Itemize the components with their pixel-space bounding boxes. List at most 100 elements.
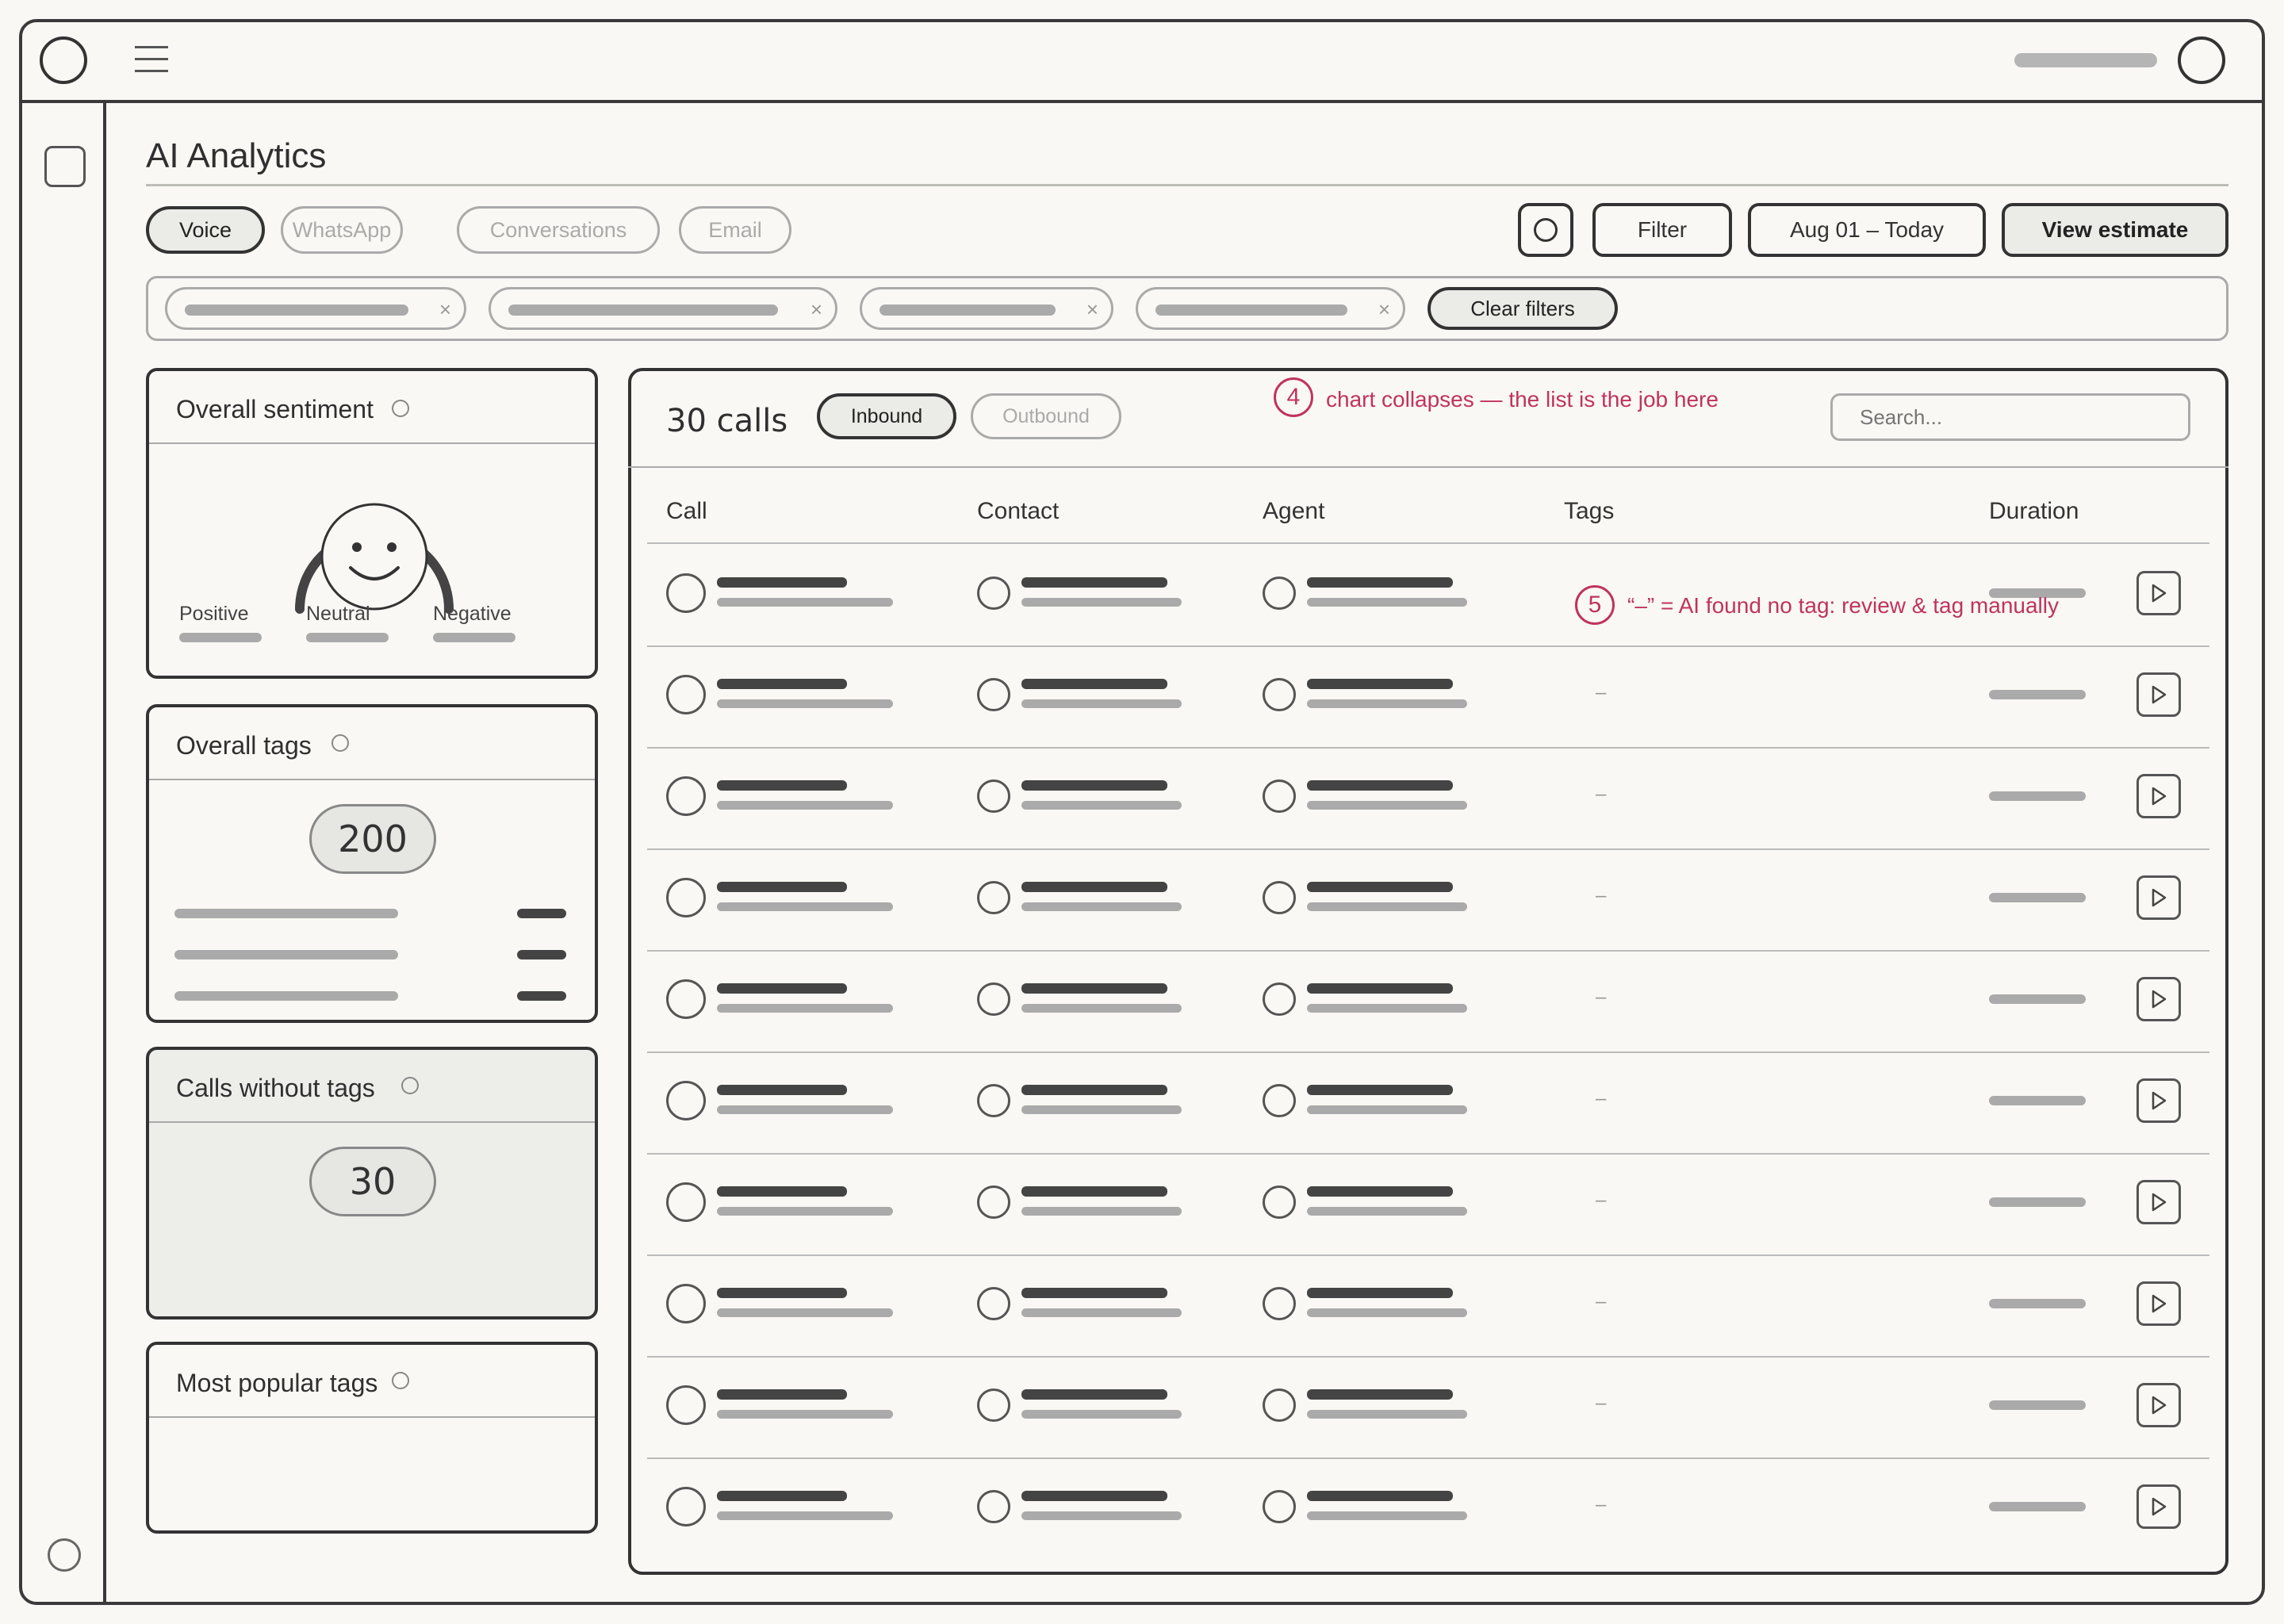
- calls-count-title: 30 calls: [666, 403, 788, 439]
- card-title: Overall sentiment: [176, 395, 374, 423]
- agent-name-placeholder: [1307, 983, 1453, 994]
- contact-detail-placeholder: [1021, 1511, 1182, 1520]
- play-button[interactable]: [2136, 1180, 2181, 1224]
- contact-name-placeholder: [1021, 1085, 1167, 1095]
- view-estimate-button[interactable]: View estimate: [2002, 203, 2228, 257]
- close-icon[interactable]: ×: [811, 297, 822, 322]
- play-button[interactable]: [2136, 977, 2181, 1021]
- inbound-toggle[interactable]: Inbound: [817, 393, 956, 439]
- info-icon[interactable]: [392, 1372, 409, 1389]
- duration-placeholder: [1989, 893, 2086, 902]
- play-button[interactable]: [2136, 1484, 2181, 1529]
- agent-detail-placeholder: [1307, 1207, 1467, 1216]
- card-title: Most popular tags: [176, 1369, 378, 1397]
- channel-tab-whatsapp[interactable]: WhatsApp: [281, 206, 403, 254]
- call-avatar: [666, 1081, 706, 1120]
- call-avatar: [666, 878, 706, 917]
- channel-tab-voice[interactable]: Voice: [146, 206, 265, 254]
- card-divider: [149, 1121, 595, 1123]
- call-name-placeholder: [717, 983, 847, 994]
- contact-avatar: [977, 1185, 1010, 1219]
- filter-chip-label-placeholder: [508, 304, 778, 316]
- column-header-duration[interactable]: Duration: [1989, 498, 2079, 525]
- call-avatar: [666, 776, 706, 816]
- contact-detail-placeholder: [1021, 801, 1182, 810]
- play-button[interactable]: [2136, 1281, 2181, 1326]
- filter-chip[interactable]: ×: [165, 287, 466, 330]
- search-input[interactable]: [1830, 393, 2190, 441]
- filter-chip[interactable]: ×: [1136, 287, 1405, 330]
- agent-name-placeholder: [1307, 1491, 1453, 1501]
- close-icon[interactable]: ×: [1378, 297, 1390, 322]
- sidebar-nav-item[interactable]: [44, 146, 86, 187]
- filter-chip[interactable]: ×: [489, 287, 837, 330]
- no-tag-indicator: –: [1596, 1291, 1607, 1312]
- play-icon: [2152, 1396, 2167, 1415]
- filter-chip-label-placeholder: [185, 304, 408, 316]
- clear-filters-button[interactable]: Clear filters: [1428, 287, 1618, 330]
- duration-placeholder: [1989, 1197, 2086, 1207]
- channel-tab-conversations[interactable]: Conversations: [457, 206, 660, 254]
- duration-placeholder: [1989, 1400, 2086, 1410]
- outbound-toggle[interactable]: Outbound: [971, 393, 1121, 439]
- refresh-button[interactable]: [1518, 203, 1573, 257]
- duration-placeholder: [1989, 1299, 2086, 1308]
- app-logo[interactable]: [40, 36, 87, 84]
- table-header-divider: [647, 542, 2209, 544]
- call-avatar: [666, 675, 706, 714]
- column-header-tags[interactable]: Tags: [1564, 498, 1614, 525]
- contact-avatar: [977, 1287, 1010, 1320]
- play-button[interactable]: [2136, 672, 2181, 717]
- call-avatar: [666, 573, 706, 613]
- agent-avatar: [1263, 1185, 1296, 1219]
- agent-detail-placeholder: [1307, 1105, 1467, 1114]
- contact-name-placeholder: [1021, 983, 1167, 994]
- info-icon[interactable]: [401, 1077, 419, 1094]
- filter-button[interactable]: Filter: [1592, 203, 1732, 257]
- info-icon[interactable]: [331, 734, 349, 752]
- user-avatar[interactable]: [2178, 36, 2225, 84]
- close-icon[interactable]: ×: [1086, 297, 1098, 322]
- agent-detail-placeholder: [1307, 699, 1467, 708]
- sidebar-divider: [103, 102, 106, 1603]
- card-divider: [149, 779, 595, 780]
- contact-detail-placeholder: [1021, 598, 1182, 607]
- contact-avatar: [977, 881, 1010, 914]
- no-tag-indicator: –: [1596, 1392, 1607, 1414]
- agent-detail-placeholder: [1307, 1004, 1467, 1013]
- contact-detail-placeholder: [1021, 1105, 1182, 1114]
- call-detail-placeholder: [717, 902, 893, 911]
- close-icon[interactable]: ×: [439, 297, 451, 322]
- filter-chip[interactable]: ×: [860, 287, 1113, 330]
- row-divider: [647, 1051, 2209, 1053]
- agent-name-placeholder: [1307, 1288, 1453, 1298]
- contact-name-placeholder: [1021, 1186, 1167, 1197]
- call-name-placeholder: [717, 577, 847, 588]
- sidebar-settings-icon[interactable]: [48, 1538, 81, 1572]
- agent-avatar: [1263, 1084, 1296, 1117]
- contact-name-placeholder: [1021, 1491, 1167, 1501]
- play-button[interactable]: [2136, 571, 2181, 615]
- date-range-button[interactable]: Aug 01 – Today: [1748, 203, 1986, 257]
- call-name-placeholder: [717, 1491, 847, 1501]
- sentiment-label-positive: Positive: [179, 603, 249, 625]
- tag-name-placeholder: [174, 950, 398, 959]
- channel-tab-email[interactable]: Email: [679, 206, 791, 254]
- call-name-placeholder: [717, 1186, 847, 1197]
- info-icon[interactable]: [392, 400, 409, 417]
- agent-avatar: [1263, 1490, 1296, 1523]
- play-button[interactable]: [2136, 774, 2181, 818]
- menu-icon[interactable]: [135, 46, 168, 75]
- column-header-contact[interactable]: Contact: [977, 498, 1059, 525]
- play-button[interactable]: [2136, 1383, 2181, 1427]
- contact-name-placeholder: [1021, 1288, 1167, 1298]
- column-header-call[interactable]: Call: [666, 498, 707, 525]
- calls-without-tags-card[interactable]: Calls without tags 30: [146, 1047, 598, 1320]
- play-button[interactable]: [2136, 875, 2181, 920]
- column-header-agent[interactable]: Agent: [1263, 498, 1324, 525]
- play-button[interactable]: [2136, 1078, 2181, 1123]
- agent-name-placeholder: [1307, 679, 1453, 689]
- tag-count-placeholder: [517, 991, 566, 1001]
- page-title: AI Analytics: [146, 136, 327, 175]
- call-name-placeholder: [717, 882, 847, 892]
